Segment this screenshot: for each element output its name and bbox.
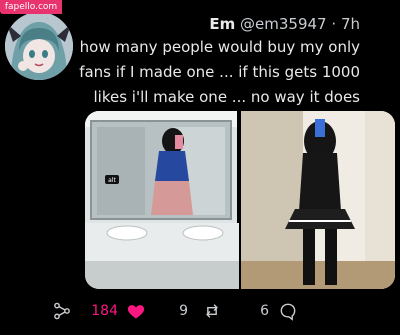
alt-badge[interactable]: alt <box>108 177 116 184</box>
reply-count: 6 <box>260 303 269 319</box>
post-body-line: fans if I made one ... if this gets 1000 <box>79 63 360 81</box>
post-time[interactable]: 7h <box>341 15 360 33</box>
action-bar: 6 9 184 <box>0 296 400 326</box>
post-body-line: how many people would buy my only <box>79 38 360 56</box>
repost-button[interactable]: 9 <box>179 300 222 322</box>
avatar[interactable] <box>5 12 73 80</box>
reply-button[interactable]: 6 <box>260 300 298 322</box>
media-photo-hallway[interactable] <box>241 111 395 289</box>
share-button[interactable] <box>52 300 72 322</box>
repost-icon <box>206 304 218 318</box>
reply-icon <box>280 303 296 321</box>
author-handle[interactable]: @em35947 <box>240 15 327 33</box>
mirrored-post-card: fapello.com Em @em35947 · 7h how many pe… <box>0 0 400 335</box>
like-icon <box>127 305 145 319</box>
media-photo-mirror[interactable]: alt <box>85 111 239 289</box>
watermark-label: fapello.com <box>0 0 62 14</box>
post-media[interactable]: alt <box>85 111 395 289</box>
like-count: 184 <box>91 303 118 319</box>
repost-count: 9 <box>179 303 188 319</box>
like-button[interactable]: 184 <box>91 300 146 322</box>
meta-separator: · <box>331 15 337 33</box>
post-header: Em @em35947 · 7h <box>74 14 360 34</box>
post-text: Em @em35947 · 7h how many people would b… <box>74 14 360 109</box>
post-body-line: likes i'll make one ... no way it does <box>93 88 360 106</box>
author-name[interactable]: Em <box>209 15 235 33</box>
share-icon <box>54 302 70 320</box>
